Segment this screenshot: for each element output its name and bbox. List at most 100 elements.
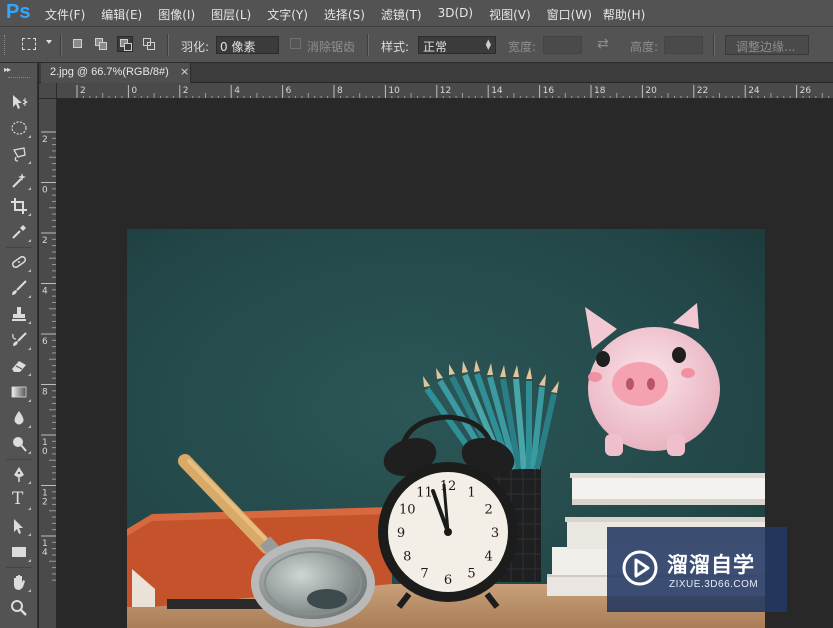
tool-corner-indicator <box>28 589 31 592</box>
add-selection-button[interactable] <box>93 36 109 52</box>
height-input[interactable] <box>664 36 703 54</box>
tool-corner-indicator <box>28 533 31 536</box>
ruler-label: 2 <box>183 86 189 96</box>
move-tool[interactable] <box>6 91 32 113</box>
gradient-tool[interactable] <box>6 381 32 403</box>
pen-tool[interactable] <box>6 463 32 485</box>
vertical-ruler-ticks: 202468101214 <box>41 131 56 581</box>
blur-tool[interactable] <box>6 407 32 429</box>
document-tab-title: 2.jpg @ 66.7%(RGB/8#) <box>50 66 169 78</box>
marquee-tool[interactable] <box>6 117 32 139</box>
ruler-origin[interactable] <box>39 83 57 99</box>
divider <box>6 459 32 460</box>
brush-tool[interactable] <box>6 277 32 299</box>
antialias-label: 消除锯齿 <box>307 40 356 54</box>
ruler-label: 18 <box>594 86 606 96</box>
ruler-label: 8 <box>42 388 48 398</box>
magic-wand-tool[interactable] <box>6 169 32 191</box>
tool-corner-indicator <box>28 507 31 510</box>
menu-3d[interactable]: 3D(D) <box>438 6 473 23</box>
feather-input[interactable]: 0 像素 <box>216 36 279 54</box>
document-tab-bar: 2.jpg @ 66.7%(RGB/8#) × <box>39 63 833 83</box>
zoom-tool[interactable] <box>6 597 32 619</box>
ruler-label: 16 <box>543 86 555 96</box>
clone-stamp-tool[interactable] <box>6 303 32 325</box>
ruler-label: 10 <box>388 86 400 96</box>
eraser-tool[interactable] <box>6 355 32 377</box>
ruler-label: 12 <box>440 86 451 96</box>
crop-icon <box>11 198 27 214</box>
history-brush-icon <box>12 332 27 346</box>
menu-image[interactable]: 图像(I) <box>158 6 195 23</box>
photoshop-logo: Ps <box>6 1 31 23</box>
document-tab[interactable]: 2.jpg @ 66.7%(RGB/8#) × <box>41 63 191 83</box>
hand-tool[interactable] <box>6 571 32 593</box>
menu-type[interactable]: 文字(Y) <box>267 6 308 23</box>
divider <box>60 34 62 56</box>
options-bar-grip[interactable] <box>4 35 8 55</box>
menu-items: 文件(F) 编辑(E) 图像(I) 图层(L) 文字(Y) 选择(S) 滤镜(T… <box>45 6 661 23</box>
clock-numeral: 10 <box>399 503 416 518</box>
rectangle-tool[interactable] <box>6 541 32 563</box>
subtract-selection-button[interactable] <box>117 36 133 52</box>
intersect-selection-icon-part <box>147 42 155 50</box>
watermark-url: ZIXUE.3D66.COM <box>669 579 759 590</box>
ruler-label: 22 <box>697 86 708 96</box>
divider <box>713 34 715 56</box>
play-logo-icon <box>622 550 658 586</box>
history-brush-tool[interactable] <box>6 329 32 351</box>
new-selection-icon <box>73 39 82 48</box>
eyedropper-tool[interactable] <box>6 221 32 243</box>
ruler-label: 2 <box>42 498 48 508</box>
ruler-label: 20 <box>645 86 657 96</box>
ruler-label: 2 <box>42 236 48 246</box>
tool-corner-indicator <box>28 481 31 484</box>
clock-numeral: 11 <box>416 485 433 500</box>
menu-view[interactable]: 视图(V) <box>489 6 531 23</box>
style-select[interactable]: 正常 ▲ ▼ <box>418 36 496 54</box>
add-selection-icon-part <box>99 42 107 50</box>
tool-corner-indicator <box>28 321 31 324</box>
width-input[interactable] <box>543 36 582 54</box>
swap-dimensions-icon[interactable]: ⇄ <box>597 36 609 52</box>
close-icon[interactable]: × <box>180 65 189 78</box>
chevron-down-icon[interactable] <box>46 40 52 44</box>
tool-corner-indicator <box>28 161 31 164</box>
tool-corner-indicator <box>28 399 31 402</box>
menu-help[interactable]: 帮助(H) <box>603 6 645 23</box>
antialias-checkbox[interactable] <box>290 38 301 49</box>
lasso-tool[interactable] <box>6 143 32 165</box>
tool-preset-picker[interactable] <box>22 36 38 52</box>
intersect-selection-button[interactable] <box>141 36 157 52</box>
tools-panel: ▸▸ T <box>0 63 38 628</box>
vertical-ruler[interactable]: 202468101214 <box>39 99 57 628</box>
stamp-icon <box>12 307 26 321</box>
menu-file[interactable]: 文件(F) <box>45 6 85 23</box>
collapse-panel-icon[interactable]: ▸▸ <box>4 65 11 74</box>
drop-icon <box>14 411 24 425</box>
ruler-label: 24 <box>748 86 760 96</box>
menu-window[interactable]: 窗口(W) <box>547 6 592 23</box>
type-tool[interactable]: T <box>6 489 32 511</box>
menu-filter[interactable]: 滤镜(T) <box>381 6 422 23</box>
new-selection-button[interactable] <box>70 36 86 52</box>
tool-corner-indicator <box>28 135 31 138</box>
dodge-tool[interactable] <box>6 433 32 455</box>
ruler-label: 6 <box>42 337 48 347</box>
panel-grip[interactable] <box>8 77 30 81</box>
refine-edge-button[interactable]: 调整边缘... <box>725 35 809 55</box>
ruler-label: 6 <box>286 86 292 96</box>
menu-edit[interactable]: 编辑(E) <box>101 6 142 23</box>
menu-layer[interactable]: 图层(L) <box>211 6 251 23</box>
crop-tool[interactable] <box>6 195 32 217</box>
horizontal-ruler[interactable]: 2 0 2 4 6 8 10 12 14 16 18 20 22 24 26 <box>57 83 833 99</box>
healing-brush-tool[interactable] <box>6 251 32 273</box>
path-selection-tool[interactable] <box>6 515 32 537</box>
tool-corner-indicator <box>28 451 31 454</box>
menu-bar: Ps 文件(F) 编辑(E) 图像(I) 图层(L) 文字(Y) 选择(S) 滤… <box>0 0 833 26</box>
menu-select[interactable]: 选择(S) <box>324 6 365 23</box>
divider <box>167 34 169 56</box>
style-label: 样式: <box>381 40 410 54</box>
rect-marquee-icon <box>22 38 36 50</box>
ruler-label: 2 <box>42 135 48 145</box>
